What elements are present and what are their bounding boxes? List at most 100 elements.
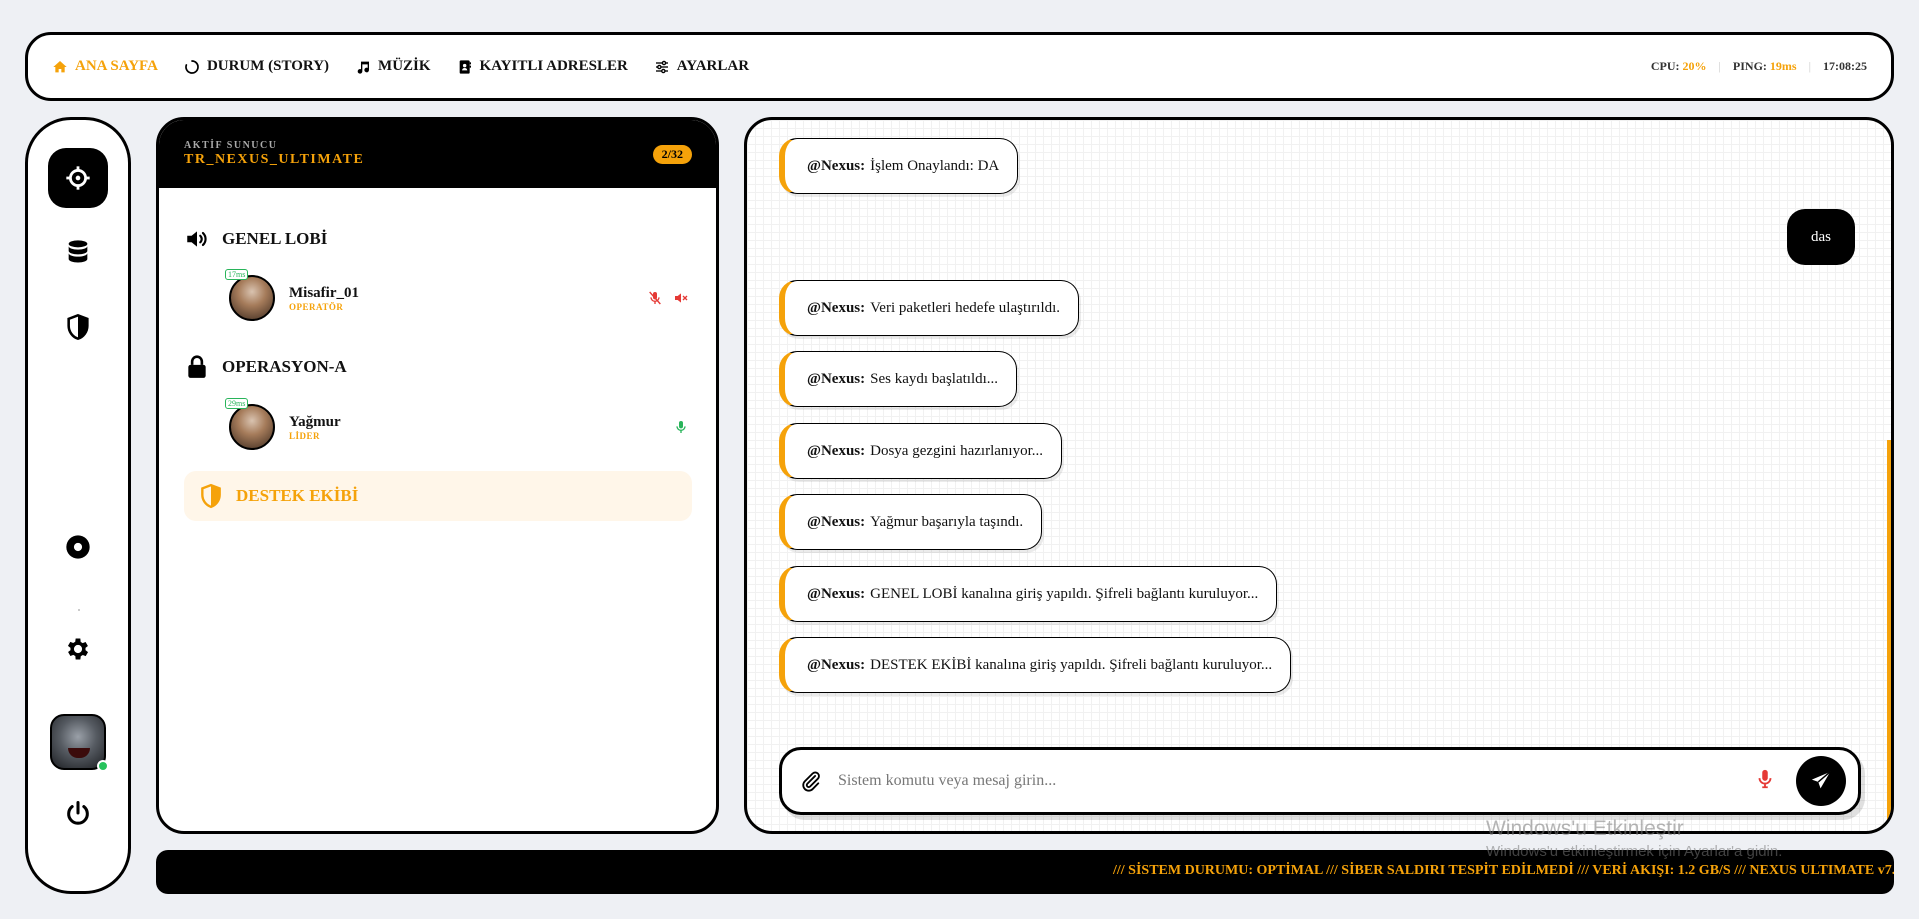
rail-home-button[interactable] [48, 148, 108, 208]
rail-logout-button[interactable] [64, 799, 92, 827]
record-icon [66, 535, 90, 559]
nav-settings-label: AYARLAR [676, 58, 750, 74]
message-author: @Nexus: [807, 656, 866, 673]
microphone-icon [1758, 769, 1772, 788]
message-author: @Nexus: [807, 370, 866, 387]
nav-music[interactable]: MÜZİK [355, 58, 431, 75]
watermark-title: Windows'u Etkinleştir [1486, 817, 1684, 840]
online-status-dot [97, 760, 109, 772]
divider: | [1808, 59, 1811, 73]
volume-icon [187, 231, 207, 247]
channel-destek-ekibi[interactable]: DESTEK EKİBİ [184, 471, 692, 521]
nav-addresses-label: KAYITLI ADRESLER [479, 58, 628, 74]
nav-story-label: DURUM (STORY) [206, 58, 330, 74]
user-audio-status [673, 419, 689, 435]
ping-readout: PING: 19ms [1733, 59, 1797, 74]
ticker-text: /// SİSTEM DURUMU: OPTİMAL /// SİBER SAL… [1113, 863, 1894, 878]
message-author: @Nexus: [807, 513, 866, 530]
music-icon [357, 61, 370, 74]
message-author: @Nexus: [807, 299, 866, 316]
circle-notch-icon [185, 59, 199, 74]
nav-home-label: ANA SAYFA [75, 58, 158, 74]
message-text: Yağmur başarıyla taşındı. [870, 513, 1024, 530]
server-panel: AKTİF SUNUCU TR_NEXUS_ULTIMATE 2/32 GENE… [156, 117, 719, 834]
left-rail [25, 117, 131, 894]
speaker-muted-icon[interactable] [673, 290, 689, 306]
system-status: CPU: 20% | PING: 19ms | 17:08:25 [1651, 59, 1867, 74]
chat-message: @Nexus: Veri paketleri hedefe ulaştırıld… [779, 280, 1080, 336]
rail-record-button[interactable] [64, 533, 92, 561]
message-composer [779, 747, 1861, 815]
database-icon [68, 240, 88, 263]
user-avatar-button[interactable] [50, 714, 109, 772]
lock-icon [188, 355, 206, 378]
address-book-icon [459, 59, 471, 74]
user-role: OPERATÖR [289, 301, 344, 312]
chat-message: @Nexus: Ses kaydı başlatıldı... [779, 351, 1018, 407]
nav-music-label: MÜZİK [378, 58, 431, 74]
chat-message: @Nexus: GENEL LOBİ kanalına giriş yapıld… [779, 566, 1278, 622]
chat-message: @Nexus: İşlem Onaylandı: DA [779, 138, 1019, 194]
message-text: DESTEK EKİBİ kanalına giriş yapıldı. Şif… [870, 656, 1273, 673]
nav-home[interactable]: ANA SAYFA [52, 58, 158, 75]
ping-badge: 17ms [225, 269, 249, 280]
nav-addresses[interactable]: KAYITLI ADRESLER [457, 58, 628, 75]
user-info: Misafir_01 OPERATÖR [289, 285, 359, 312]
mic-muted-icon[interactable] [647, 290, 663, 306]
channel-genel-lobi[interactable]: GENEL LOBİ [184, 226, 327, 252]
mic-active-icon[interactable] [673, 419, 689, 435]
message-text: GENEL LOBİ kanalına giriş yapıldı. Şifre… [870, 585, 1259, 602]
own-chat-message: das [1787, 209, 1855, 265]
message-text: Dosya gezgini hazırlanıyor... [870, 442, 1043, 459]
message-text: Ses kaydı başlatıldı... [870, 370, 999, 387]
user-audio-status [647, 290, 689, 306]
clock: 17:08:25 [1823, 59, 1867, 73]
send-button[interactable] [1796, 756, 1846, 806]
sliders-icon [655, 60, 668, 73]
nav-settings[interactable]: AYARLAR [654, 58, 749, 75]
message-input[interactable] [838, 772, 1754, 790]
cpu-label: CPU: [1650, 59, 1680, 73]
server-header: AKTİF SUNUCU TR_NEXUS_ULTIMATE 2/32 [159, 120, 716, 188]
user-info: Yağmur LİDER [289, 414, 341, 441]
power-icon [67, 800, 89, 825]
rail-security-button[interactable] [64, 313, 92, 341]
message-author: @Nexus: [807, 157, 866, 174]
watermark-subtitle: Windows'u etkinleştirmek için Ayarlar'a … [1486, 843, 1783, 860]
ping-label: PING: [1732, 59, 1767, 73]
chat-scrollbar[interactable] [1887, 440, 1891, 830]
channel-name: GENEL LOBİ [222, 229, 328, 248]
home-icon [53, 60, 67, 72]
user-name: Misafir_01 [289, 284, 359, 301]
voice-record-button[interactable] [1754, 768, 1776, 795]
avatar: 17ms [225, 269, 275, 321]
divider: | [1718, 59, 1721, 73]
chat-message: @Nexus: Yağmur başarıyla taşındı. [779, 494, 1043, 550]
user-name: Yağmur [289, 413, 341, 430]
message-author: @Nexus: [807, 442, 866, 459]
channel-name: OPERASYON-A [222, 357, 347, 376]
message-text: İşlem Onaylandı: DA [870, 157, 1000, 174]
gear-icon [67, 638, 89, 660]
top-navbar: ANA SAYFA DURUM (STORY) MÜZİK KAYITLI AD… [25, 32, 1894, 101]
shield-icon [201, 483, 221, 509]
server-name: TR_NEXUS_ULTIMATE [184, 152, 365, 167]
crosshair-icon [66, 166, 90, 190]
channel-operasyon-a[interactable]: OPERASYON-A [184, 354, 347, 380]
rail-divider [78, 609, 80, 611]
windows-activation-watermark: Windows'u Etkinleştir Windows'u etkinleş… [1486, 817, 1782, 860]
paperclip-icon[interactable] [800, 770, 822, 792]
voice-user-misafir[interactable]: 17ms Misafir_01 OPERATÖR [225, 269, 689, 321]
voice-user-yagmur[interactable]: 29ms Yağmur LİDER [225, 398, 689, 450]
server-subtitle: AKTİF SUNUCU [184, 140, 278, 151]
chat-panel: @Nexus: İşlem Onaylandı: DA das @Nexus: … [744, 117, 1894, 834]
cpu-value: 20% [1682, 59, 1707, 73]
nav-story[interactable]: DURUM (STORY) [184, 58, 329, 75]
rail-settings-button[interactable] [64, 635, 92, 663]
message-text: das [1811, 228, 1831, 245]
rail-database-button[interactable] [64, 238, 92, 266]
ping-value: 19ms [1769, 59, 1797, 73]
shield-icon [67, 313, 89, 341]
cpu-readout: CPU: 20% [1651, 59, 1707, 74]
user-role: LİDER [289, 430, 321, 441]
